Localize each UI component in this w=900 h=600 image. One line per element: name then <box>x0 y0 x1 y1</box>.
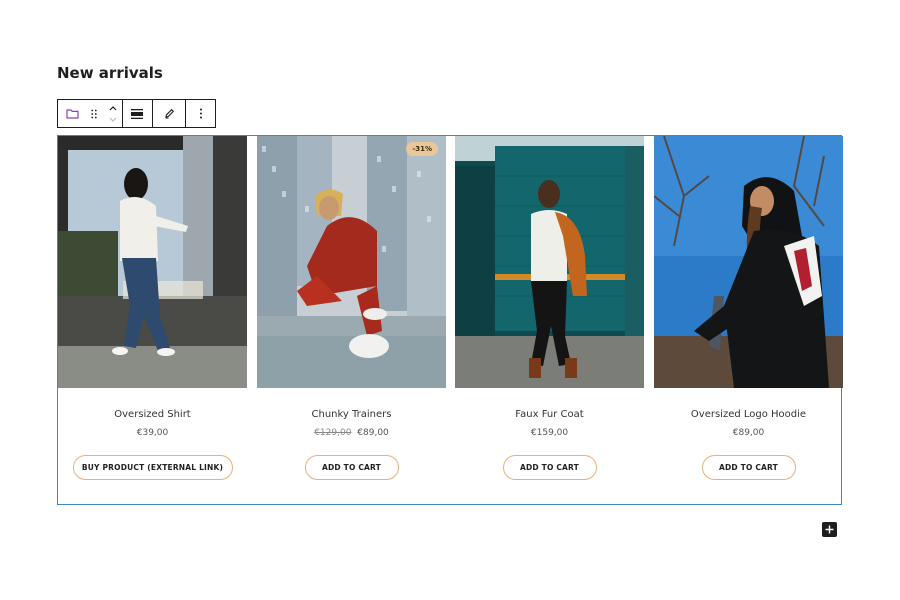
align-icon[interactable] <box>131 100 144 127</box>
product-image[interactable]: -31% <box>257 136 446 388</box>
add-to-cart-button[interactable]: ADD TO CART <box>701 455 796 480</box>
price-current: €159,00 <box>530 428 569 438</box>
sale-badge: -31% <box>406 142 438 156</box>
product-card: Faux Fur Coat €159,00 ADD TO CART <box>455 136 644 504</box>
drag-handle-icon[interactable] <box>85 100 102 127</box>
product-title[interactable]: Oversized Logo Hoodie <box>691 409 806 420</box>
product-title[interactable]: Chunky Trainers <box>312 409 392 420</box>
product-card: Oversized Logo Hoodie €89,00 ADD TO CART <box>654 136 843 504</box>
add-to-cart-button[interactable]: ADD TO CART <box>304 455 399 480</box>
price-current: €39,00 <box>136 428 169 438</box>
toolbar-group-more <box>186 100 215 127</box>
plus-icon <box>825 525 834 534</box>
toolbar-group-block <box>58 100 123 127</box>
buy-external-button[interactable]: BUY PRODUCT (EXTERNAL LINK) <box>72 455 233 480</box>
folder-icon[interactable] <box>64 100 81 127</box>
product-image[interactable] <box>455 136 644 388</box>
pencil-icon[interactable] <box>164 100 175 127</box>
product-image[interactable] <box>654 136 843 388</box>
product-price: €159,00 <box>531 428 568 438</box>
product-price: €89,00 <box>733 428 765 438</box>
section-heading: New arrivals <box>57 64 163 82</box>
product-price: €129,00 €89,00 <box>314 428 389 438</box>
toolbar-group-align <box>123 100 153 127</box>
more-options-icon[interactable] <box>199 100 203 127</box>
product-card: -31% Chunky Trainers €129,00 €89,00 ADD … <box>257 136 446 504</box>
block-toolbar <box>57 99 216 128</box>
add-block-button[interactable] <box>822 522 837 537</box>
products-grid[interactable]: Oversized Shirt €39,00 BUY PRODUCT (EXTE… <box>57 135 843 505</box>
product-card: Oversized Shirt €39,00 BUY PRODUCT (EXTE… <box>58 136 247 504</box>
price-current: €89,00 <box>732 428 765 438</box>
price-current: €89,00 <box>357 428 389 438</box>
toolbar-group-edit <box>153 100 187 127</box>
product-title[interactable]: Faux Fur Coat <box>515 409 583 420</box>
product-title[interactable]: Oversized Shirt <box>114 409 190 420</box>
move-up-down-icon[interactable] <box>105 104 122 124</box>
product-image[interactable] <box>58 136 247 388</box>
product-price: €39,00 <box>137 428 169 438</box>
price-old: €129,00 <box>314 428 352 438</box>
add-to-cart-button[interactable]: ADD TO CART <box>502 455 597 480</box>
